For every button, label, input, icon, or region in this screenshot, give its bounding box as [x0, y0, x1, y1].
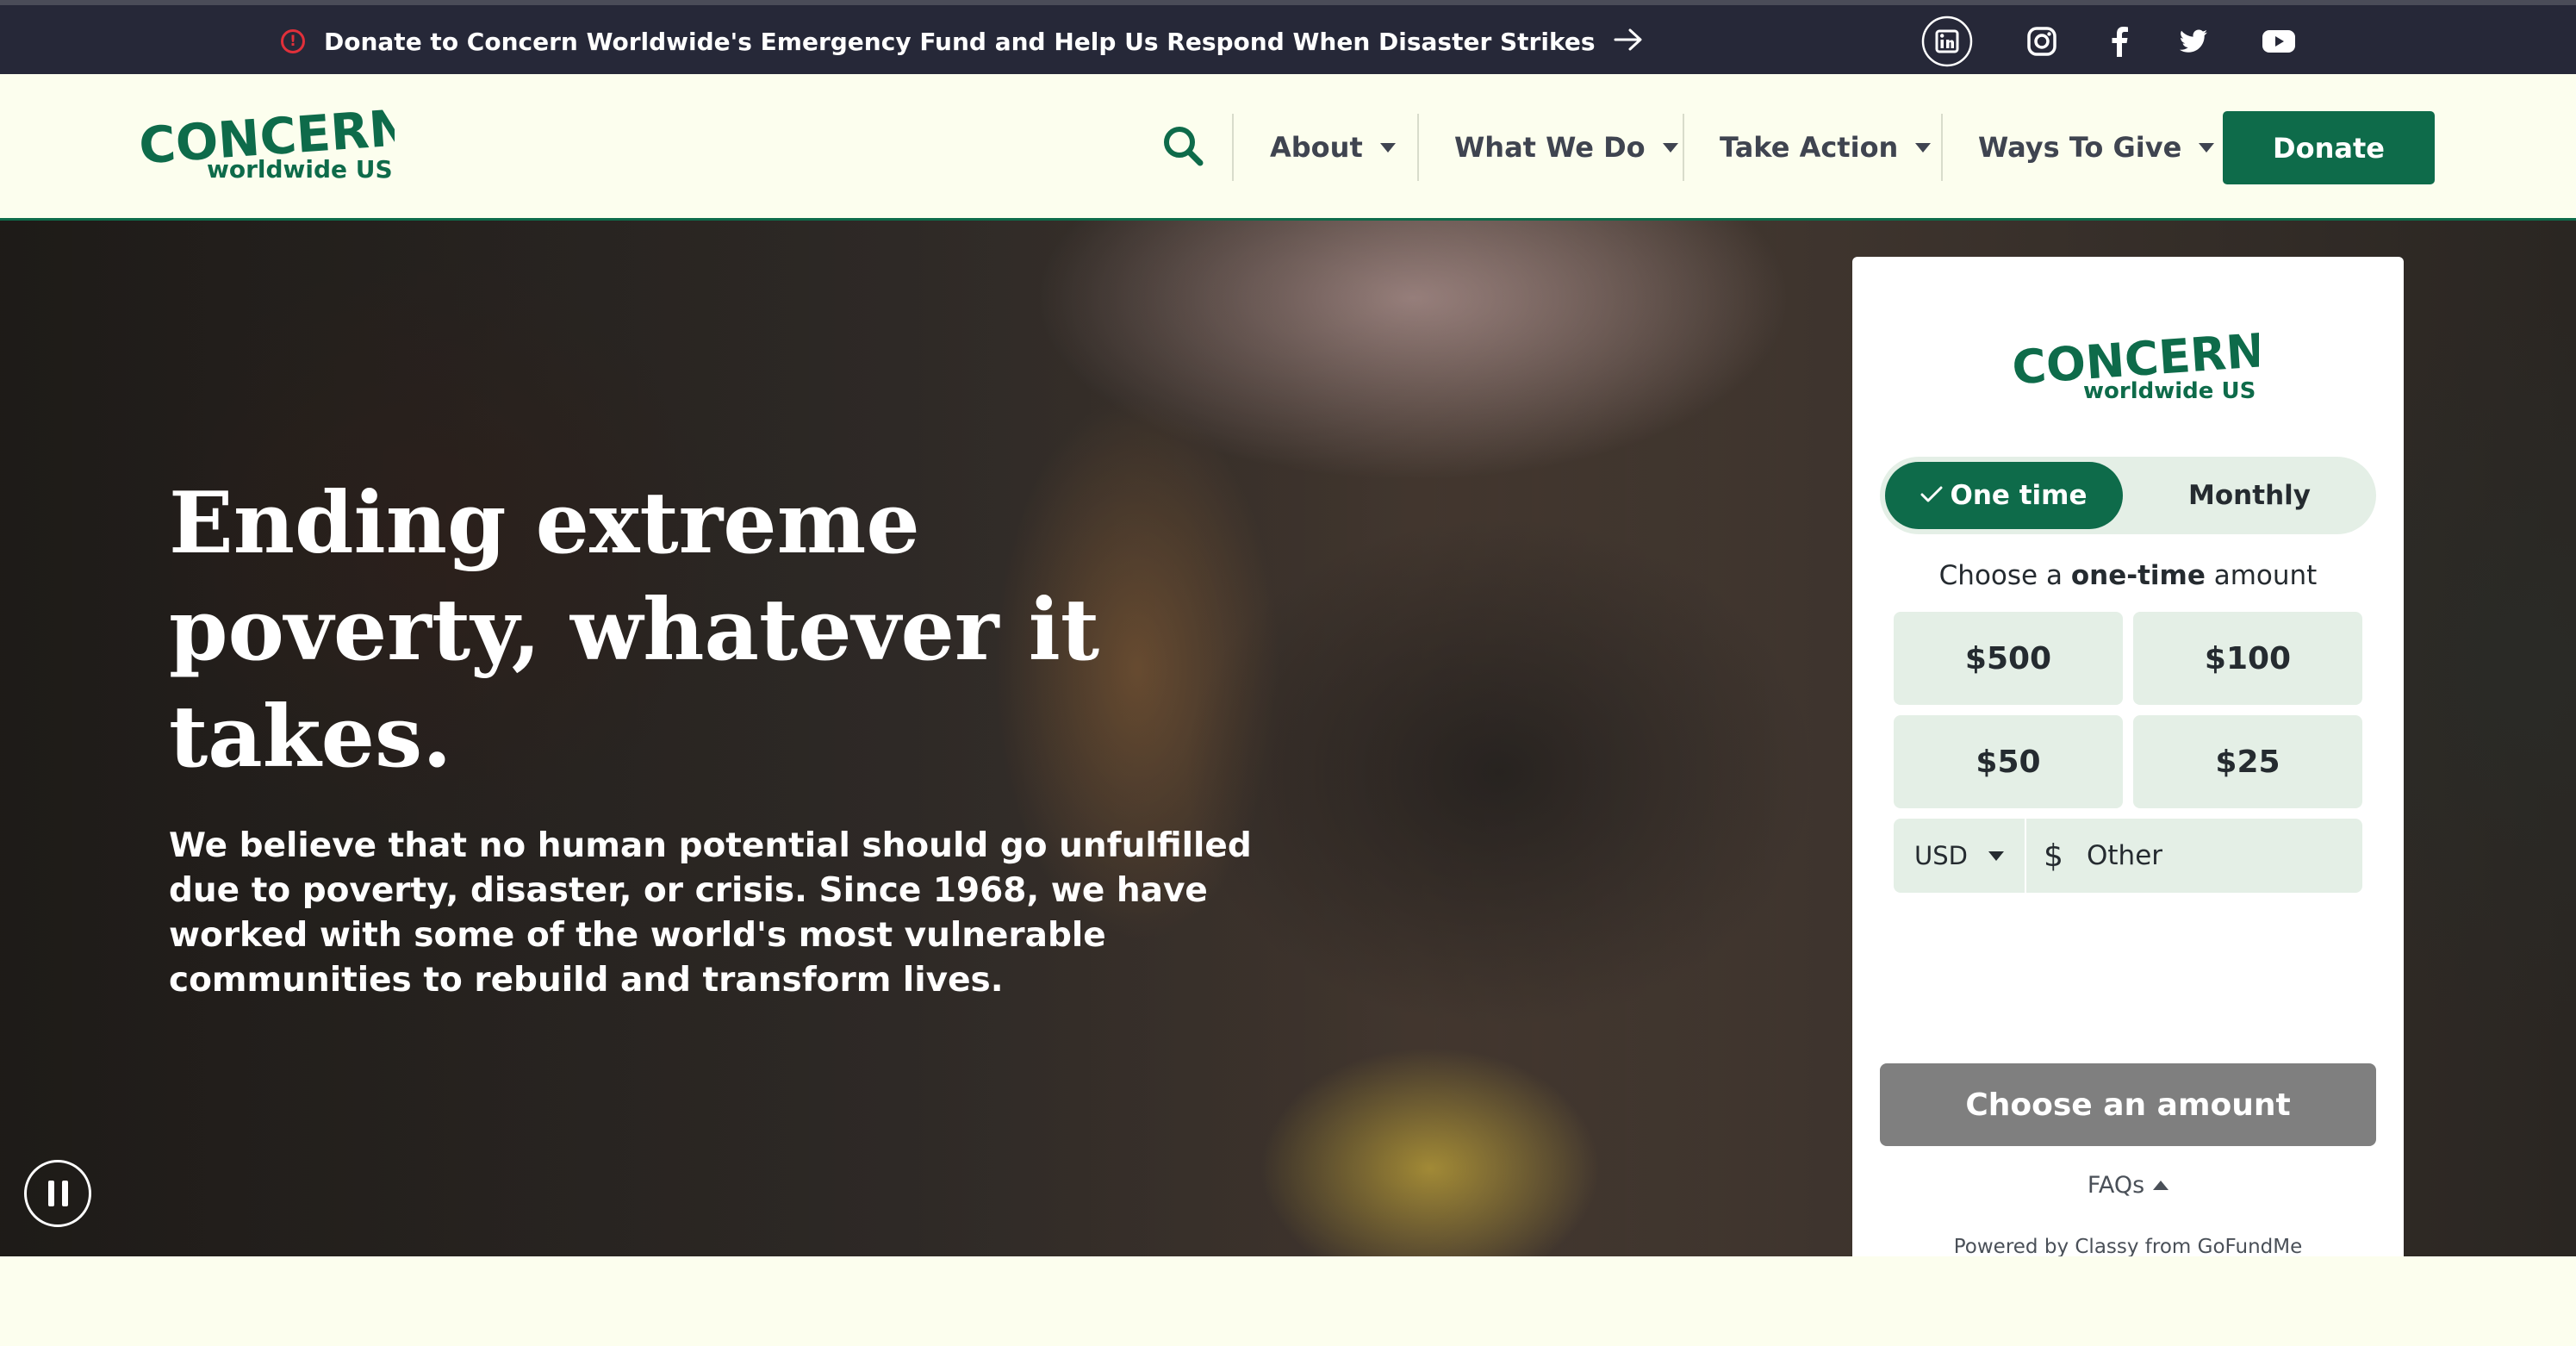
nav-item-about[interactable]: About: [1270, 126, 1396, 169]
currency-symbol: $: [2044, 838, 2063, 874]
pause-video-button[interactable]: [24, 1160, 91, 1227]
choose-prefix: Choose a: [1938, 560, 2063, 591]
check-icon: [1920, 480, 1943, 511]
nav-item-label: What We Do: [1454, 131, 1646, 164]
amount-option-25[interactable]: $25: [2133, 715, 2362, 808]
faqs-toggle[interactable]: FAQs: [1852, 1172, 2404, 1199]
caret-up-icon: [2153, 1181, 2169, 1190]
form-logo: CONCERN worldwide US: [2009, 323, 2267, 408]
caret-down-icon: [1662, 142, 1678, 153]
search-button[interactable]: [1158, 121, 1210, 172]
one-time-option[interactable]: One time: [1885, 462, 2123, 529]
emergency-fund-link[interactable]: ! Donate to Concern Worldwide's Emergenc…: [281, 24, 1643, 59]
nav-divider: [1232, 114, 1234, 181]
other-amount-input[interactable]: [2087, 819, 2345, 893]
currency-value: USD: [1914, 841, 1968, 870]
nav-item-label: Take Action: [1720, 131, 1899, 164]
twitter-link[interactable]: [2168, 16, 2219, 67]
main-navigation: CONCERN worldwide US About What We Do Ta…: [0, 74, 2576, 221]
pause-icon-bar: [61, 1181, 68, 1206]
twitter-icon: [2179, 29, 2208, 53]
amount-option-50[interactable]: $50: [1894, 715, 2123, 808]
facebook-icon: [2110, 26, 2129, 57]
nav-divider: [1683, 114, 1684, 181]
caret-down-icon: [2199, 142, 2215, 153]
form-brand-tagline: worldwide US: [2083, 378, 2256, 404]
nav-divider: [1417, 114, 1419, 181]
hero-title: Ending extreme poverty, whatever it take…: [169, 474, 1100, 787]
linkedin-icon: [1921, 16, 1973, 67]
currency-select[interactable]: USD: [1894, 819, 2026, 893]
youtube-link[interactable]: [2253, 16, 2305, 67]
alert-circle-icon: !: [281, 29, 305, 53]
choose-suffix: amount: [2213, 560, 2318, 591]
donate-button[interactable]: Donate: [2223, 111, 2435, 184]
choose-emphasis: one-time: [2070, 560, 2206, 591]
frequency-toggle: One time Monthly: [1880, 457, 2376, 534]
youtube-icon: [2262, 29, 2295, 53]
pause-icon: [47, 1181, 54, 1206]
caret-down-icon: [1379, 142, 1396, 153]
nav-divider: [1941, 114, 1943, 181]
instagram-icon: [2026, 26, 2057, 57]
monthly-option[interactable]: Monthly: [2128, 462, 2371, 529]
nav-item-take-action[interactable]: Take Action: [1720, 126, 1932, 169]
hero-description: We believe that no human potential shoul…: [169, 826, 1252, 1000]
nav-item-label: Ways To Give: [1978, 131, 2182, 164]
caret-down-icon: [1988, 851, 2004, 861]
nav-item-label: About: [1270, 131, 1363, 164]
choose-amount-button[interactable]: Choose an amount: [1880, 1063, 2376, 1146]
arrow-right-icon: [1614, 28, 1643, 54]
search-icon: [1158, 127, 1210, 176]
announcement-bar: ! Donate to Concern Worldwide's Emergenc…: [0, 0, 2576, 74]
brand-tagline: worldwide US: [207, 155, 393, 184]
announcement-text: Donate to Concern Worldwide's Emergency …: [324, 27, 1596, 56]
caret-down-icon: [1915, 142, 1932, 153]
concern-logo[interactable]: CONCERN worldwide US: [136, 98, 413, 188]
donation-form: CONCERN worldwide US One time Monthly Ch…: [1852, 257, 2404, 1256]
other-amount-row: USD $: [1894, 819, 2362, 893]
facebook-link[interactable]: [2094, 16, 2145, 67]
one-time-label: One time: [1950, 480, 2088, 511]
nav-item-ways-to-give[interactable]: Ways To Give: [1978, 126, 2215, 169]
faqs-label: FAQs: [2087, 1172, 2145, 1199]
amount-option-100[interactable]: $100: [2133, 612, 2362, 705]
powered-by-text: Powered by Classy from GoFundMe: [1953, 1236, 2303, 1256]
concern-logo-mark: CONCERN worldwide US: [137, 98, 413, 184]
choose-amount-heading: Choose a one-time amount: [1852, 560, 2404, 591]
linkedin-link[interactable]: [1921, 16, 1973, 67]
amount-option-500[interactable]: $500: [1894, 612, 2123, 705]
instagram-link[interactable]: [2016, 16, 2068, 67]
nav-item-what-we-do[interactable]: What We Do: [1454, 126, 1678, 169]
